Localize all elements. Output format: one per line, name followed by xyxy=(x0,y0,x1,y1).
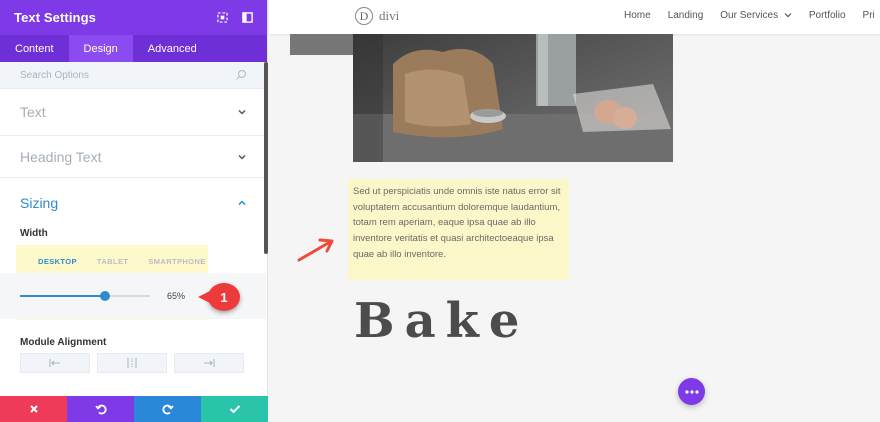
site-logo[interactable]: D divi xyxy=(355,7,399,25)
more-dots-icon xyxy=(684,389,699,394)
expand-icon[interactable] xyxy=(217,12,228,23)
section-title-text: Text xyxy=(20,104,46,120)
search-icon xyxy=(236,69,247,80)
undo-button[interactable] xyxy=(67,396,134,422)
search-input[interactable]: Search Options xyxy=(20,70,89,81)
align-center-icon xyxy=(127,358,137,368)
bake-heading: Bake xyxy=(354,293,530,349)
nav-link-home[interactable]: Home xyxy=(624,10,651,21)
section-title-heading-text: Heading Text xyxy=(20,148,102,165)
more-options-button[interactable] xyxy=(678,378,705,405)
device-tab-desktop[interactable]: DESKTOP xyxy=(28,251,87,271)
chevron-down-icon xyxy=(238,109,246,115)
chevron-down-icon xyxy=(238,154,246,160)
logo-text: divi xyxy=(379,8,400,23)
tab-content[interactable]: Content xyxy=(0,35,69,62)
nav-link-landing[interactable]: Landing xyxy=(668,10,704,21)
nav-link-label: Our Services xyxy=(720,10,779,21)
save-button[interactable] xyxy=(201,396,268,422)
module-alignment-label: Module Alignment xyxy=(20,337,107,348)
device-tab-tablet[interactable]: TABLET xyxy=(87,251,138,271)
align-left-icon xyxy=(49,359,60,367)
tab-design[interactable]: Design xyxy=(68,35,133,62)
baking-photo-illustration xyxy=(353,34,673,162)
nav-link-our-services[interactable]: Our Services xyxy=(720,10,792,21)
align-left-button[interactable] xyxy=(20,353,90,373)
sidebar-icon[interactable] xyxy=(242,12,253,23)
redo-button[interactable] xyxy=(134,396,201,422)
align-center-button[interactable] xyxy=(97,353,167,373)
section-text[interactable]: Text xyxy=(0,89,267,136)
close-icon xyxy=(29,405,38,413)
nav-link-portfolio[interactable]: Portfolio xyxy=(809,10,846,21)
chevron-down-icon xyxy=(784,13,792,18)
section-heading-text[interactable]: Heading Text xyxy=(0,136,267,178)
discard-button[interactable] xyxy=(0,396,67,422)
text-module-body: Sed ut perspiciatis unde omnis iste natu… xyxy=(353,186,561,260)
baking-photo xyxy=(353,34,673,162)
width-slider-handle[interactable] xyxy=(99,291,110,301)
logo-mark: D xyxy=(355,7,373,25)
nav-link-pricing[interactable]: Pri xyxy=(863,10,875,21)
panel-tabs: Content Design Advanced xyxy=(0,35,267,62)
image-strip xyxy=(290,34,354,55)
search-options-field[interactable]: Search Options xyxy=(0,62,267,89)
width-slider-fill xyxy=(20,295,105,297)
callout-badge: 1 xyxy=(198,283,240,311)
device-tabs: DESKTOP TABLET SMARTPHONE xyxy=(28,251,216,271)
text-module[interactable]: Sed ut perspiciatis unde omnis iste natu… xyxy=(348,179,569,280)
panel-footer xyxy=(0,396,268,422)
section-title-sizing: Sizing xyxy=(20,195,59,211)
panel-header: Text Settings xyxy=(0,0,267,35)
chevron-up-icon xyxy=(238,200,246,206)
arrow-annotation-icon xyxy=(297,238,334,262)
panel-scrollbar[interactable] xyxy=(264,62,268,254)
width-value[interactable]: 65% xyxy=(167,291,185,301)
panel-title: Text Settings xyxy=(14,10,96,25)
site-navbar: D divi Home Landing Our Services Portfol… xyxy=(269,0,880,34)
tab-advanced[interactable]: Advanced xyxy=(133,35,212,62)
device-tab-smartphone[interactable]: SMARTPHONE xyxy=(138,251,215,271)
nav-links: Home Landing Our Services Portfolio Pri xyxy=(624,10,875,21)
undo-icon xyxy=(94,404,107,415)
align-right-icon xyxy=(204,359,215,367)
redo-icon xyxy=(161,404,174,415)
section-sizing[interactable]: Sizing xyxy=(0,178,267,228)
check-icon xyxy=(229,405,240,414)
width-label: Width xyxy=(20,228,48,239)
align-right-button[interactable] xyxy=(174,353,244,373)
